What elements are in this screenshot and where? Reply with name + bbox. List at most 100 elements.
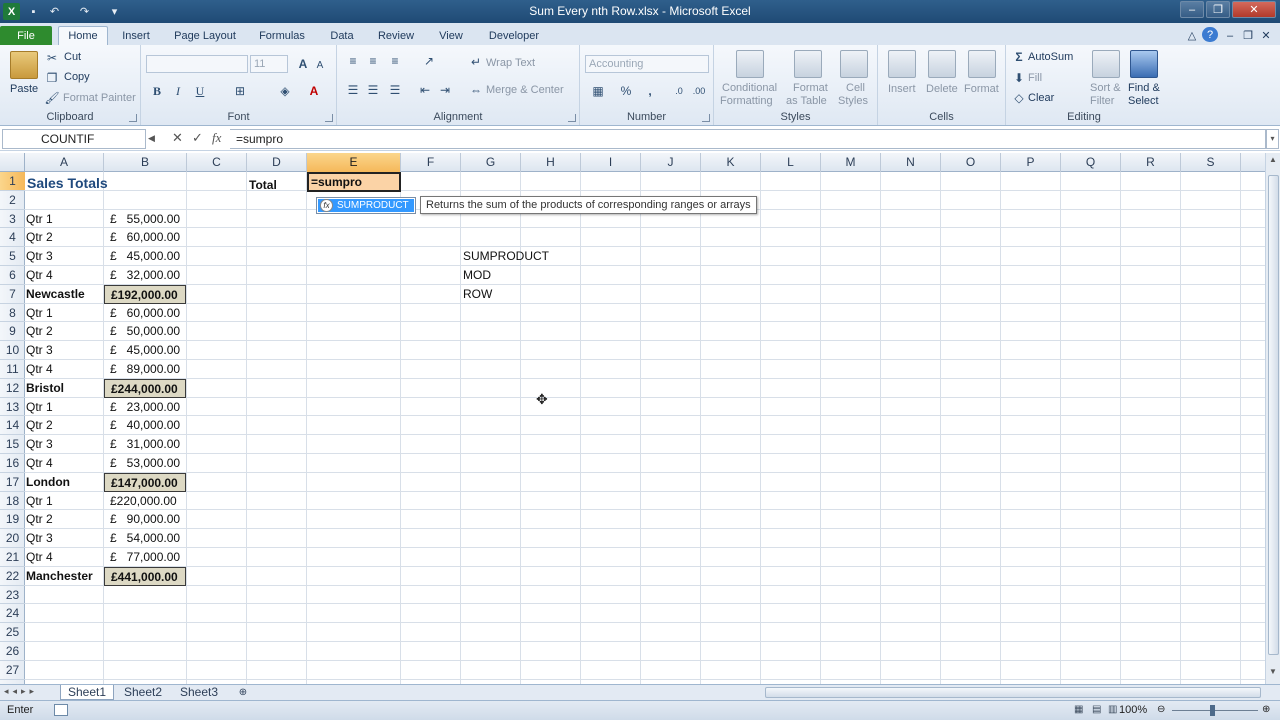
column-header-j[interactable]: J	[641, 153, 701, 172]
row-header-3[interactable]: 3	[0, 210, 25, 229]
quarter-label-cell[interactable]: Qtr 1	[26, 492, 53, 510]
quarter-label-cell[interactable]: Qtr 1	[26, 210, 53, 228]
quarter-label-cell[interactable]: Qtr 4	[26, 266, 53, 284]
delete-cells-button[interactable]: Delete	[926, 83, 958, 95]
top-align-icon[interactable]: ≡	[345, 53, 361, 69]
row-header-24[interactable]: 24	[0, 604, 25, 624]
clear-button[interactable]: Clear	[1028, 92, 1054, 104]
percent-style-icon[interactable]: %	[618, 83, 634, 99]
quarter-value-cell[interactable]: £ 90,000.00	[104, 510, 186, 529]
quarter-label-cell[interactable]: Qtr 4	[26, 548, 53, 566]
name-box[interactable]: COUNTIF	[2, 129, 146, 149]
autocomplete-list[interactable]: SUMPRODUCT fx	[316, 197, 416, 214]
number-format-combo[interactable]: Accounting	[585, 55, 709, 73]
row-header-13[interactable]: 13	[0, 398, 25, 417]
sheet-tab-sheet2[interactable]: Sheet2	[116, 685, 170, 700]
confirm-entry-icon[interactable]: ✓	[192, 130, 203, 146]
column-header-k[interactable]: K	[701, 153, 761, 172]
grow-font-icon[interactable]: A	[295, 55, 311, 73]
quarter-value-cell[interactable]: £220,000.00	[104, 492, 186, 511]
align-left-icon[interactable]: ☰	[345, 82, 361, 98]
tab-data[interactable]: Data	[324, 26, 360, 45]
bottom-align-icon[interactable]: ≡	[387, 53, 403, 69]
column-header-h[interactable]: H	[521, 153, 581, 172]
quarter-value-cell[interactable]: £ 31,000.00	[104, 435, 186, 454]
quarter-label-cell[interactable]: Qtr 3	[26, 341, 53, 359]
quarter-label-cell[interactable]: Qtr 2	[26, 228, 53, 246]
format-painter-button[interactable]: Format Painter	[63, 92, 136, 104]
sheet-nav-icon[interactable]: ◂◂▸▸	[4, 686, 38, 697]
view-normal-icon[interactable]: ▦	[1074, 704, 1083, 715]
insert-function-icon[interactable]: fx	[212, 130, 221, 146]
quarter-value-cell[interactable]: £ 55,000.00	[104, 210, 186, 229]
decrease-decimal-icon[interactable]: .00	[690, 83, 708, 99]
column-header-f[interactable]: F	[401, 153, 461, 172]
row-header-20[interactable]: 20	[0, 529, 25, 548]
format-as-table-button[interactable]: Format	[793, 82, 828, 94]
tab-insert[interactable]: Insert	[114, 26, 158, 45]
column-header-p[interactable]: P	[1001, 153, 1061, 172]
row-header-27[interactable]: 27	[0, 661, 25, 680]
region-total-cell[interactable]: £244,000.00	[104, 378, 186, 398]
zoom-slider-thumb[interactable]	[1210, 705, 1215, 716]
doc-restore-icon[interactable]: ❐	[1240, 26, 1256, 45]
column-header-b[interactable]: B	[104, 153, 187, 172]
insert-cells-button[interactable]: Insert	[888, 83, 916, 95]
quarter-value-cell[interactable]: £ 45,000.00	[104, 247, 186, 266]
row-header-17[interactable]: 17	[0, 473, 25, 492]
tab-home[interactable]: Home	[58, 26, 108, 45]
row-header-22[interactable]: 22	[0, 567, 25, 586]
quarter-label-cell[interactable]: Qtr 2	[26, 510, 53, 528]
column-header-i[interactable]: I	[581, 153, 641, 172]
quarter-value-cell[interactable]: £ 60,000.00	[104, 228, 186, 247]
row-header-23[interactable]: 23	[0, 586, 25, 605]
fill-button[interactable]: Fill	[1028, 72, 1042, 84]
tab-file[interactable]: File	[0, 26, 52, 45]
fill-color-icon[interactable]: ◈	[276, 82, 294, 100]
help-icon[interactable]: ?	[1202, 27, 1218, 42]
quarter-value-cell[interactable]: £ 53,000.00	[104, 454, 186, 473]
quarter-value-cell[interactable]: £ 89,000.00	[104, 360, 186, 379]
zoom-level[interactable]: 100%	[1119, 704, 1147, 716]
insert-sheet-icon[interactable]: ⊕	[232, 685, 254, 700]
column-header-d[interactable]: D	[247, 153, 307, 172]
copy-button[interactable]: Copy	[64, 71, 90, 83]
conditional-formatting-button[interactable]: Conditional	[722, 82, 777, 94]
quarter-label-cell[interactable]: Qtr 1	[26, 398, 53, 416]
zoom-slider[interactable]	[1172, 710, 1258, 711]
row-header-21[interactable]: 21	[0, 548, 25, 567]
macro-record-icon[interactable]	[54, 704, 68, 716]
comma-style-icon[interactable]: ,	[642, 83, 658, 99]
column-header-s[interactable]: S	[1181, 153, 1241, 172]
scroll-up-icon[interactable]: ▲	[1267, 155, 1279, 169]
function-note-cell[interactable]: MOD	[463, 266, 491, 284]
underline-button[interactable]: U	[192, 82, 208, 100]
wrap-text-button[interactable]: Wrap Text	[486, 57, 535, 69]
region-total-cell[interactable]: £441,000.00	[104, 566, 186, 586]
accounting-format-icon[interactable]: ▦	[587, 83, 609, 99]
align-center-icon[interactable]: ☰	[365, 82, 381, 98]
row-header-26[interactable]: 26	[0, 642, 25, 661]
tab-review[interactable]: Review	[372, 26, 420, 45]
sort-filter-button[interactable]: Sort &	[1090, 82, 1121, 94]
column-header-g[interactable]: G	[461, 153, 521, 172]
cut-button[interactable]: Cut	[64, 51, 81, 63]
quarter-value-cell[interactable]: £ 50,000.00	[104, 322, 186, 341]
region-name-cell[interactable]: Manchester	[26, 567, 93, 585]
tab-view[interactable]: View	[432, 26, 470, 45]
vertical-scrollbar[interactable]: ▲ ▼	[1265, 153, 1280, 684]
region-name-cell[interactable]: Newcastle	[26, 285, 85, 303]
quarter-value-cell[interactable]: £ 32,000.00	[104, 266, 186, 285]
row-header-9[interactable]: 9	[0, 322, 25, 342]
quarter-label-cell[interactable]: Qtr 1	[26, 304, 53, 322]
row-header-12[interactable]: 12	[0, 379, 25, 398]
clipboard-launcher-icon[interactable]	[129, 114, 137, 122]
restore-icon[interactable]: ❐	[1206, 1, 1230, 18]
active-cell[interactable]: =sumpro	[307, 172, 401, 192]
align-right-icon[interactable]: ☰	[387, 82, 403, 98]
column-header-c[interactable]: C	[187, 153, 247, 172]
row-header-8[interactable]: 8	[0, 304, 25, 323]
view-page-layout-icon[interactable]: ▤	[1092, 704, 1101, 715]
column-header-l[interactable]: L	[761, 153, 821, 172]
column-header-r[interactable]: R	[1121, 153, 1181, 172]
